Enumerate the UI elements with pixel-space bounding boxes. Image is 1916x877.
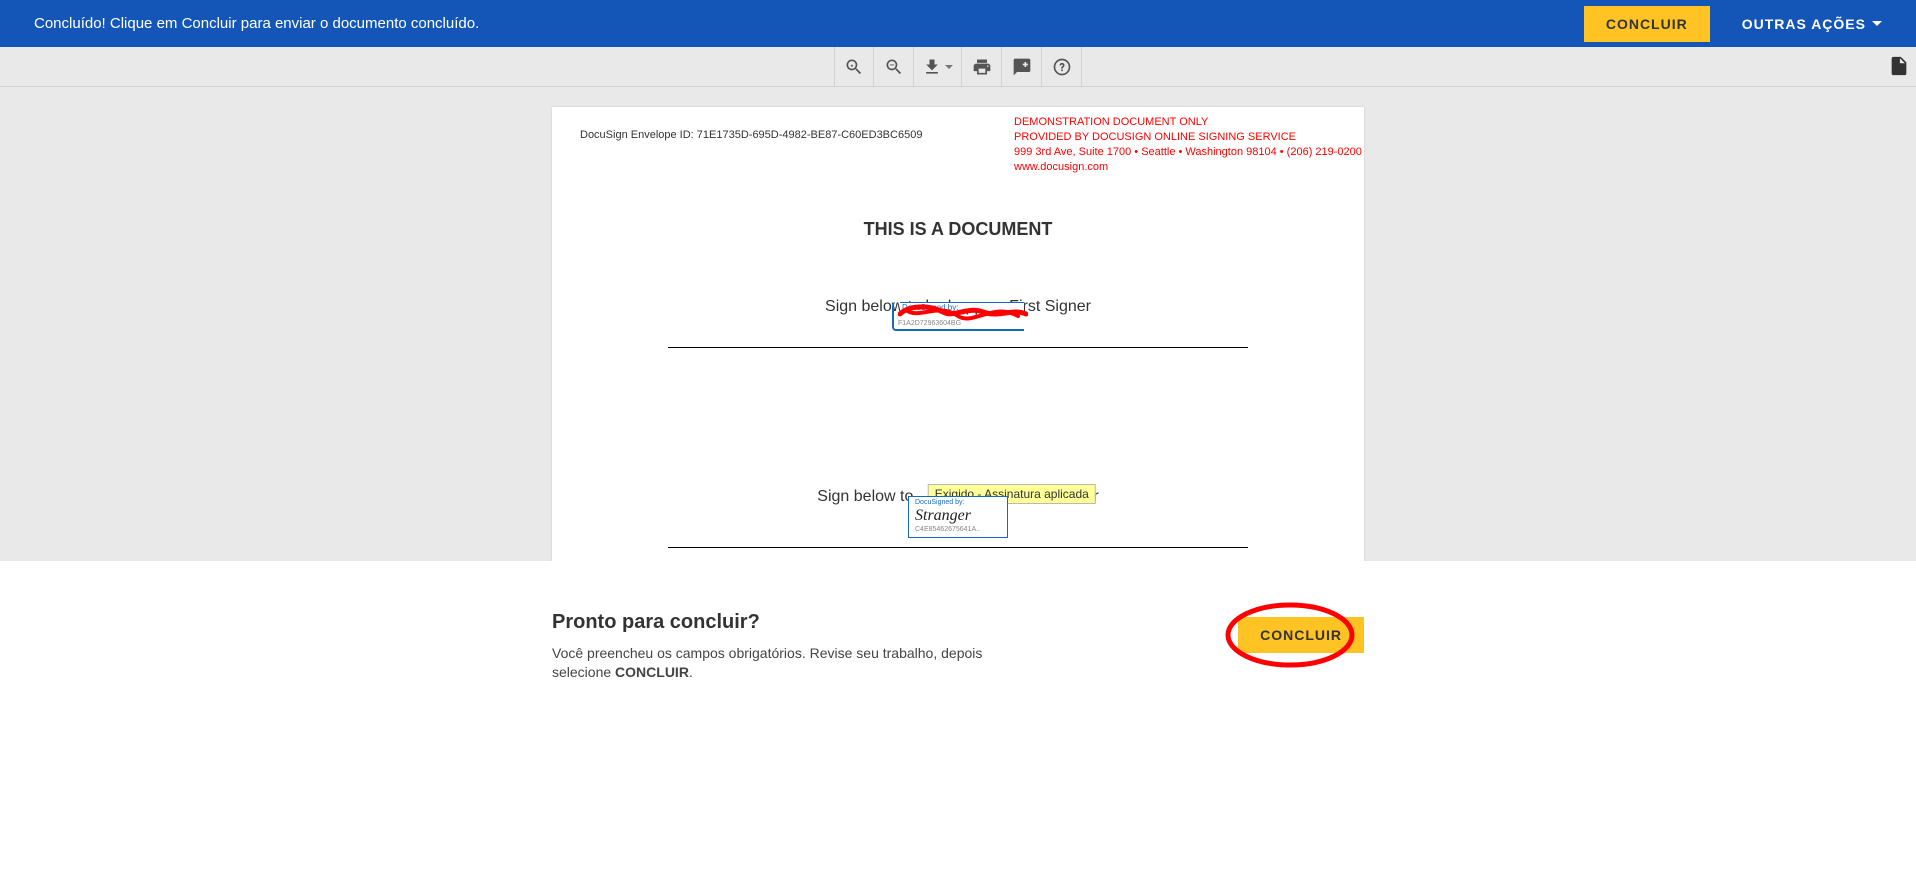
zoom-out-icon — [884, 57, 904, 77]
ready-title: Pronto para concluir? — [552, 611, 1178, 634]
demo-stamp: DEMONSTRATION DOCUMENT ONLY PROVIDED BY … — [1014, 115, 1364, 174]
comment-plus-icon — [1012, 57, 1032, 77]
demo-line: PROVIDED BY DOCUSIGN ONLINE SIGNING SERV… — [1014, 130, 1364, 145]
signer2-signature[interactable]: DocuSigned by: Stranger C4E85462675641A.… — [908, 496, 1008, 538]
print-icon — [972, 57, 992, 77]
ready-to-finish-panel: Pronto para concluir? Você preencheu os … — [0, 561, 1916, 877]
docusigned-by-label: DocuSigned by: — [915, 499, 1003, 506]
document-icon — [1888, 55, 1910, 77]
help-button[interactable] — [1042, 47, 1082, 87]
signer2-signature-name: Stranger — [915, 508, 1003, 524]
other-actions-label: OUTRAS AÇÕES — [1742, 16, 1866, 32]
help-icon — [1052, 57, 1072, 77]
signer2-line: DocuSigned by: Stranger C4E85462675641A.… — [668, 524, 1248, 548]
document-viewer[interactable]: DocuSign Envelope ID: 71E1735D-695D-4982… — [0, 87, 1916, 561]
print-button[interactable] — [962, 47, 1002, 87]
comment-button[interactable] — [1002, 47, 1042, 87]
zoom-in-icon — [844, 57, 864, 77]
signer1-signature-image — [898, 304, 1020, 318]
toolbar — [0, 47, 1916, 87]
documents-panel-button[interactable] — [1888, 55, 1910, 82]
ready-subtitle: Você preencheu os campos obrigatórios. R… — [552, 644, 1032, 682]
finish-button-top[interactable]: CONCLUIR — [1584, 6, 1710, 42]
signer1-signature: DocuSigned by: F1A2D72963604BG — [892, 302, 1024, 331]
topbar-status-message: Concluído! Clique em Concluir para envia… — [34, 15, 479, 32]
signer2-sig-id: C4E85462675641A.. — [915, 526, 1003, 533]
signer2-label-prefix: Sign below to — [817, 488, 913, 505]
zoom-in-button[interactable] — [834, 47, 874, 87]
demo-line: DEMONSTRATION DOCUMENT ONLY — [1014, 115, 1364, 130]
chevron-down-icon — [945, 65, 953, 69]
document-page: DocuSign Envelope ID: 71E1735D-695D-4982… — [552, 107, 1364, 561]
signer1-line: DocuSigned by: F1A2D72963604BG — [668, 324, 1248, 348]
document-title: THIS IS A DOCUMENT — [580, 219, 1336, 240]
chevron-down-icon — [1872, 21, 1882, 26]
topbar: Concluído! Clique em Concluir para envia… — [0, 0, 1916, 47]
download-icon — [922, 57, 942, 77]
other-actions-dropdown[interactable]: OUTRAS AÇÕES — [1742, 16, 1882, 32]
finish-button-footer[interactable]: CONCLUIR — [1238, 617, 1364, 653]
demo-line: www.docusign.com — [1014, 160, 1364, 175]
zoom-out-button[interactable] — [874, 47, 914, 87]
demo-line: 999 3rd Ave, Suite 1700 • Seattle • Wash… — [1014, 145, 1364, 160]
download-button[interactable] — [914, 47, 962, 87]
